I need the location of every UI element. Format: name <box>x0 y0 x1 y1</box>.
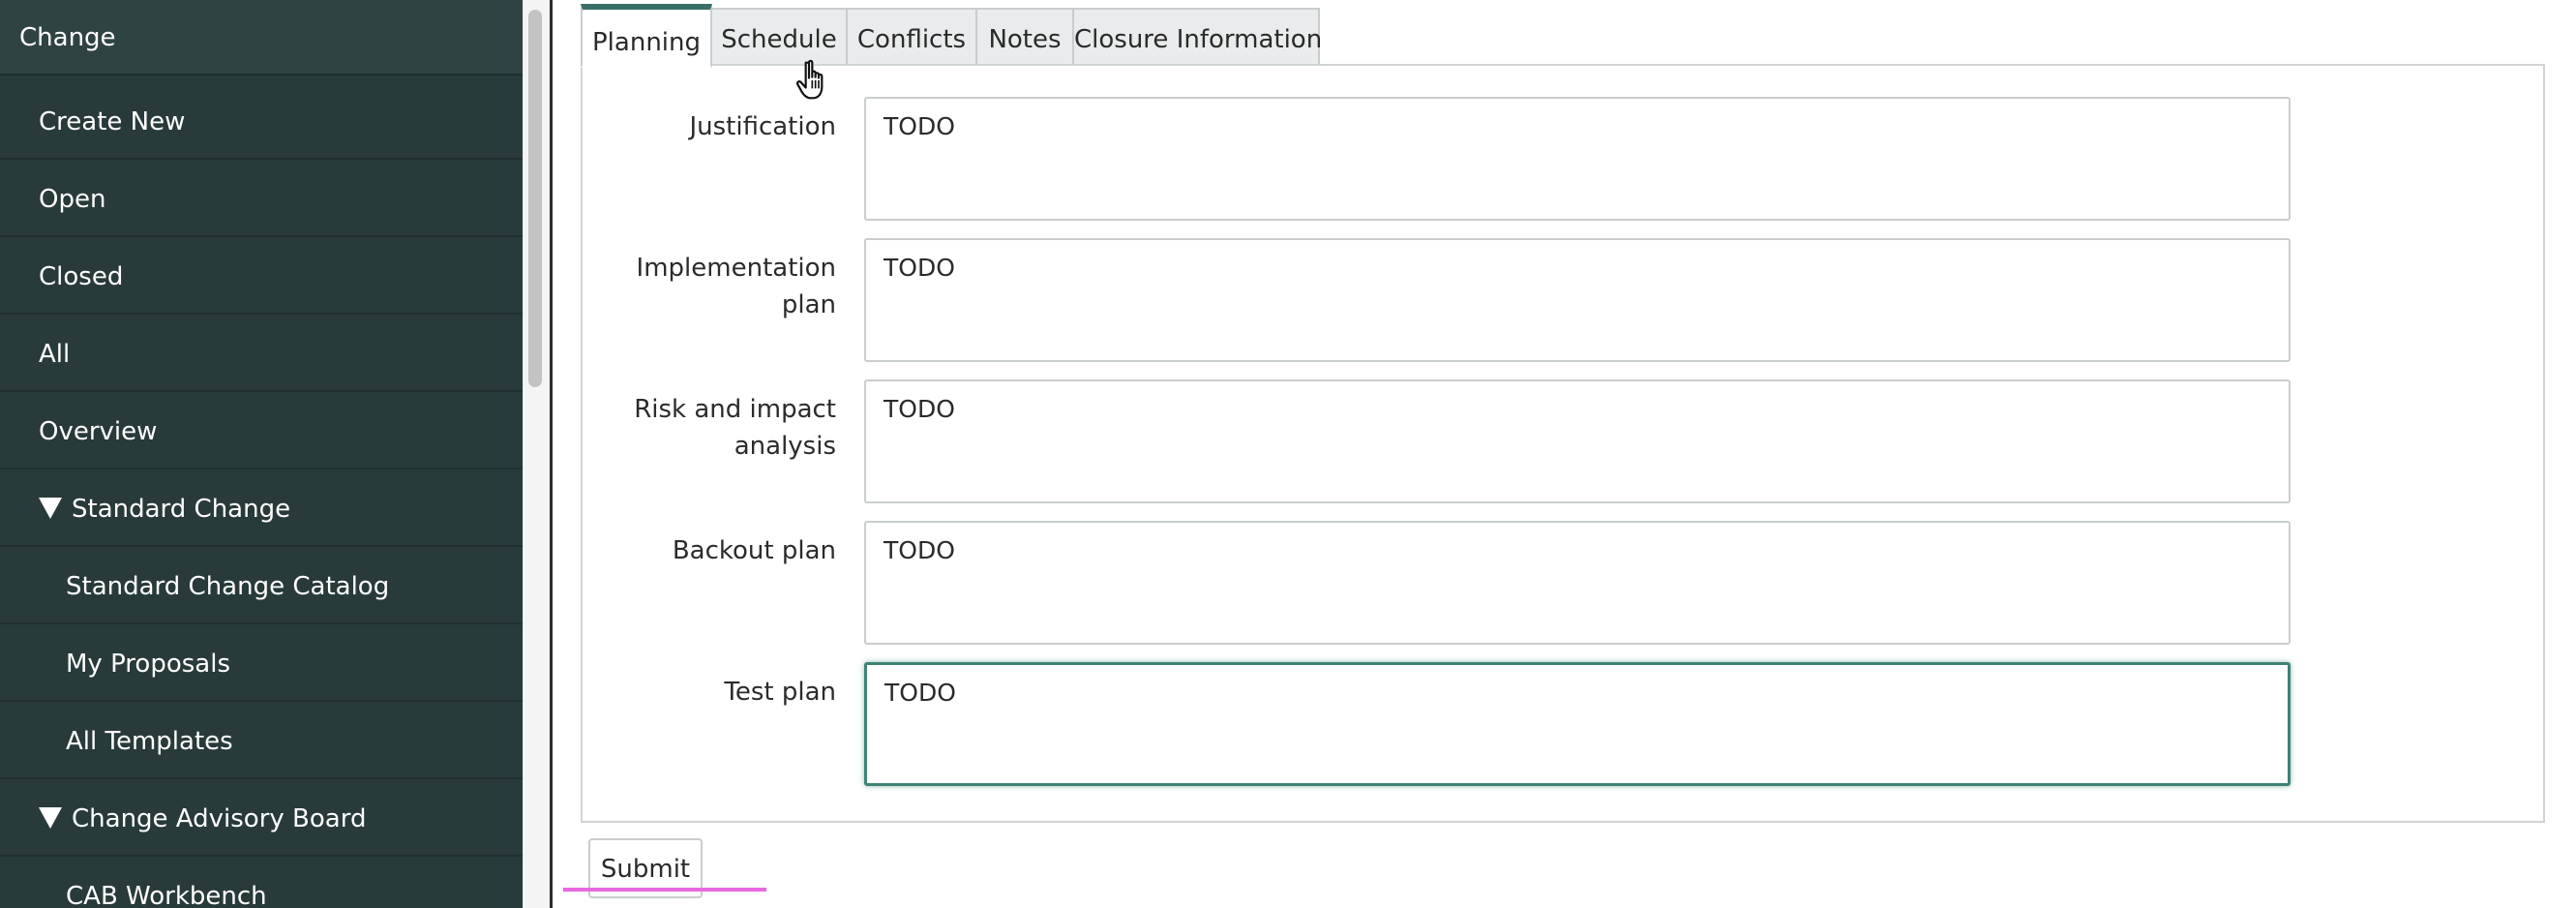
sidebar-item-label: Open <box>39 185 106 214</box>
sidebar-item-my-proposals[interactable]: My Proposals <box>0 626 523 702</box>
tab-label: Conflicts <box>856 25 967 54</box>
sidebar-item-label: Change Advisory Board <box>72 804 367 833</box>
tab-label: Closure Information <box>1074 25 1323 54</box>
sidebar-item-cab-workbench[interactable]: CAB Workbench <box>0 859 523 908</box>
tab-label: Schedule <box>721 25 837 54</box>
tab-conflicts[interactable]: Conflicts <box>846 8 977 66</box>
sidebar-item-standard-change-catalog[interactable]: Standard Change Catalog <box>0 549 523 624</box>
sidebar-item-label: Overview <box>39 417 158 446</box>
sidebar-item-all[interactable]: All <box>0 317 523 392</box>
backout-plan-label: Backout plan <box>672 536 836 565</box>
hand-pointer-cursor-icon <box>795 59 824 100</box>
sidebar-item-label: Create New <box>39 107 186 136</box>
sidebar-item-label: All Templates <box>66 727 233 756</box>
test-plan-textarea[interactable]: TODO <box>864 662 2291 786</box>
sidebar-item-label: CAB Workbench <box>66 882 267 908</box>
annotation-underline <box>563 888 766 892</box>
sidebar-item-open[interactable]: Open <box>0 162 523 237</box>
expand-triangle-icon <box>39 807 62 829</box>
tab-notes[interactable]: Notes <box>975 8 1074 66</box>
sidebar-item-create-new[interactable]: Create New <box>0 84 523 160</box>
risk-impact-analysis-label: Risk and impact analysis <box>634 395 836 461</box>
sidebar-header-label: Change <box>19 23 116 52</box>
sidebar-item-label: Closed <box>39 262 124 291</box>
tab-planning[interactable]: Planning <box>581 4 712 68</box>
sidebar-item-label: Standard Change Catalog <box>66 572 390 601</box>
sidebar-item-closed[interactable]: Closed <box>0 239 523 315</box>
tab-label: Notes <box>988 25 1062 54</box>
implementation-plan-textarea[interactable]: TODO <box>864 238 2291 362</box>
sidebar-item-all-templates[interactable]: All Templates <box>0 704 523 779</box>
sidebar-group-standard-change[interactable]: Standard Change <box>0 471 523 547</box>
backout-plan-textarea[interactable]: TODO <box>864 521 2291 645</box>
tab-label: Planning <box>592 28 701 57</box>
expand-triangle-icon <box>39 498 62 519</box>
sidebar-item-overview[interactable]: Overview <box>0 394 523 469</box>
sidebar-nav: Change Create New Open Closed All Overvi… <box>0 0 523 908</box>
sidebar-header-change[interactable]: Change <box>0 0 523 76</box>
sidebar-item-label: Standard Change <box>72 495 291 524</box>
pane-divider <box>550 0 553 908</box>
test-plan-label: Test plan <box>724 678 836 707</box>
tab-closure-information[interactable]: Closure Information <box>1072 8 1323 66</box>
risk-impact-analysis-textarea[interactable]: TODO <box>864 379 2291 503</box>
sidebar-scrollbar-thumb[interactable] <box>528 10 542 387</box>
justification-textarea[interactable]: TODO <box>864 97 2291 221</box>
tab-schedule[interactable]: Schedule <box>710 8 848 66</box>
sidebar-item-label: All <box>39 340 71 369</box>
implementation-plan-label: Implementation plan <box>636 254 836 319</box>
justification-label: Justification <box>689 112 836 141</box>
sidebar-group-change-advisory-board[interactable]: Change Advisory Board <box>0 781 523 857</box>
sidebar-item-label: My Proposals <box>66 650 230 679</box>
